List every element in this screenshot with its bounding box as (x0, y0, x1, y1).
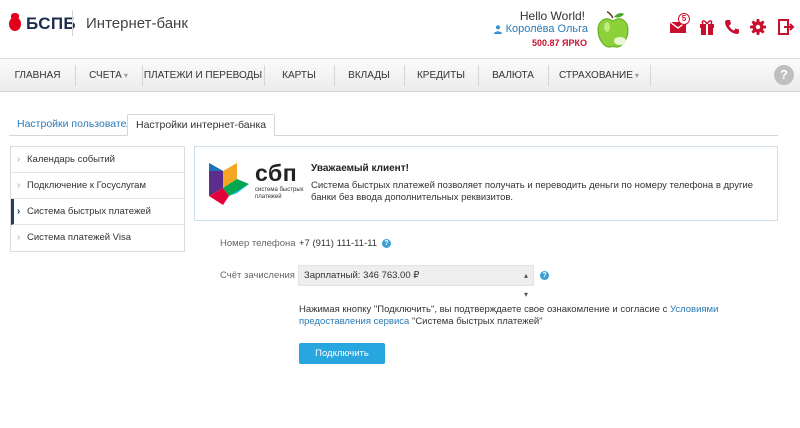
tab-bank-settings[interactable]: Настройки интернет-банка (127, 114, 276, 136)
sidebar-item-gosuslugi[interactable]: › Подключение к Госуслугам (11, 173, 184, 199)
select-arrows-icon: ▴ ▾ (523, 271, 528, 299)
sbp-logo-icon (209, 163, 249, 205)
nav-item-deposits[interactable]: Вклады (334, 59, 404, 92)
card-description: Система быстрых платежей позволяет получ… (311, 180, 754, 203)
consent-text: Нажимая кнопку "Подключить", вы подтверж… (299, 304, 719, 327)
chevron-down-icon: ▾ (123, 71, 128, 80)
header: БСПБ Интернет-банк Hello World! Королёва… (0, 0, 800, 56)
main-nav: Главная Счета ▾ Платежи и переводы Карты … (0, 58, 800, 92)
gear-icon[interactable] (748, 17, 768, 37)
chevron-right-icon: › (17, 154, 21, 165)
info-icon[interactable]: ? (540, 271, 549, 280)
settings-sidebar: › Календарь событий › Подключение к Госу… (10, 146, 185, 252)
help-button[interactable]: ? (774, 65, 794, 85)
user-icon (493, 24, 502, 34)
app-title: Интернет-банк (86, 15, 188, 32)
info-icon[interactable]: ? (382, 239, 391, 248)
nav-item-payments[interactable]: Платежи и переводы (142, 59, 264, 92)
sidebar-item-sbp[interactable]: › Система быстрых платежей (11, 199, 184, 225)
account-label: Счёт зачисления (220, 270, 295, 281)
chevron-down-icon: ▾ (634, 71, 639, 80)
apple-avatar-icon[interactable] (596, 10, 630, 50)
connect-button[interactable]: Подключить (299, 343, 385, 364)
nav-item-insurance[interactable]: Страхование ▾ (548, 59, 650, 92)
tab-user-settings[interactable]: Настройки пользователя (9, 114, 146, 136)
greeting-text: Hello World! (519, 9, 585, 23)
bonus-points: 500.87 ЯРКО (532, 38, 587, 48)
user-profile-link[interactable]: Королёва Ольга (493, 23, 588, 35)
logout-icon[interactable] (776, 17, 796, 37)
bank-logo[interactable]: БСПБ (9, 13, 76, 34)
tabs-underline (9, 135, 778, 136)
sidebar-item-visa-payments[interactable]: › Система платежей Visa (11, 225, 184, 251)
nav-item-main[interactable]: Главная (0, 59, 75, 92)
card-title: Уважаемый клиент! (311, 163, 409, 174)
sbp-info-card: сбп система быстрых платежей Уважаемый к… (194, 146, 778, 221)
nav-item-credits[interactable]: Кредиты (404, 59, 478, 92)
gift-icon[interactable] (697, 17, 717, 37)
phone-label: Номер телефона (220, 238, 296, 249)
sbp-logo-subtitle: система быстрых платежей (255, 187, 304, 200)
account-select-value: Зарплатный: 346 763.00 ₽ (304, 270, 420, 281)
chevron-right-icon: › (17, 206, 21, 217)
user-name: Королёва Ольга (505, 23, 588, 35)
logo-text: БСПБ (26, 14, 76, 33)
account-select[interactable]: Зарплатный: 346 763.00 ₽ ▴ ▾ (298, 265, 534, 299)
sidebar-item-events-calendar[interactable]: › Календарь событий (11, 147, 184, 173)
nav-item-cards[interactable]: Карты (264, 59, 334, 92)
nav-divider (650, 65, 651, 86)
sbp-logo-word: сбп (255, 160, 298, 186)
phone-icon[interactable] (722, 17, 742, 37)
mail-count-badge: 5 (678, 13, 690, 25)
nav-item-currency[interactable]: Валюта (478, 59, 548, 92)
nav-item-accounts[interactable]: Счета ▾ (75, 59, 142, 92)
header-divider (72, 10, 73, 36)
chevron-right-icon: › (17, 232, 21, 243)
chevron-right-icon: › (17, 180, 21, 191)
phone-value: +7 (911) 111-11-11 (299, 238, 378, 249)
logo-mark-icon (9, 13, 21, 31)
